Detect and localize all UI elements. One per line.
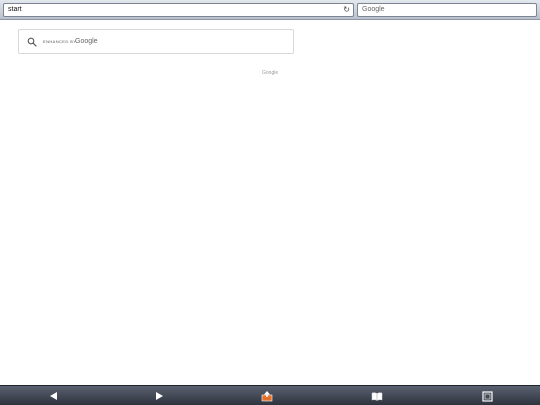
- address-bar-value: start: [8, 6, 22, 13]
- google-footer-label: Google: [262, 70, 279, 76]
- address-bar[interactable]: start ↻: [3, 3, 354, 17]
- forward-arrow-icon: [155, 392, 163, 400]
- browser-top-bar: start ↻ Google: [0, 0, 540, 20]
- forward-button[interactable]: [151, 389, 167, 403]
- custom-search-box[interactable]: ENHANCED BY Google: [18, 29, 294, 54]
- tabs-button[interactable]: [479, 389, 495, 403]
- bookmarks-button[interactable]: [369, 389, 385, 403]
- search-icon: [27, 37, 37, 47]
- share-button[interactable]: [259, 389, 275, 403]
- bottom-toolbar: [0, 385, 540, 405]
- share-icon: [261, 390, 273, 401]
- book-icon: [371, 391, 383, 401]
- browser-search-placeholder: Google: [362, 6, 385, 13]
- back-arrow-icon: [49, 392, 57, 400]
- back-button[interactable]: [45, 389, 61, 403]
- enhanced-by-label: ENHANCED BY: [43, 39, 77, 44]
- browser-search-field[interactable]: Google: [357, 3, 537, 17]
- reload-icon[interactable]: ↻: [343, 4, 350, 16]
- google-brand-label: Google: [75, 38, 98, 45]
- tabs-icon: [481, 390, 493, 402]
